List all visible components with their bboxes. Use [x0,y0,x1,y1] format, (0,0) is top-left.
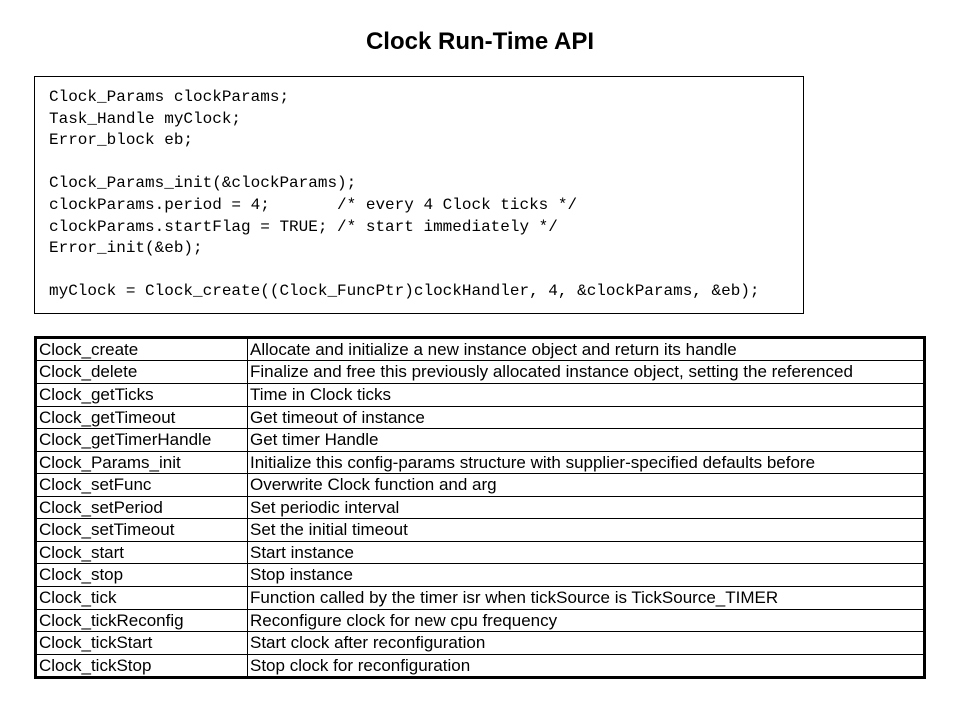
api-name: Clock_setFunc [36,474,248,497]
page-title: Clock Run-Time API [34,28,926,56]
api-desc: Start instance [248,541,925,564]
api-name: Clock_getTimeout [36,406,248,429]
api-name: Clock_Params_init [36,451,248,474]
api-desc: Initialize this config-params structure … [248,451,925,474]
api-desc: Function called by the timer isr when ti… [248,586,925,609]
api-name: Clock_create [36,337,248,361]
table-row: Clock_setPeriodSet periodic interval [36,496,925,519]
table-row: Clock_getTimeoutGet timeout of instance [36,406,925,429]
table-row: Clock_tickStartStart clock after reconfi… [36,632,925,655]
table-row: Clock_createAllocate and initialize a ne… [36,337,925,361]
table-row: Clock_stopStop instance [36,564,925,587]
api-name: Clock_stop [36,564,248,587]
table-row: Clock_tickStopStop clock for reconfigura… [36,654,925,678]
api-desc: Overwrite Clock function and arg [248,474,925,497]
api-desc: Time in Clock ticks [248,384,925,407]
api-desc: Get timeout of instance [248,406,925,429]
api-name: Clock_tickStart [36,632,248,655]
api-desc: Allocate and initialize a new instance o… [248,337,925,361]
api-name: Clock_getTicks [36,384,248,407]
api-name: Clock_start [36,541,248,564]
api-desc: Start clock after reconfiguration [248,632,925,655]
api-name: Clock_tickStop [36,654,248,678]
table-row: Clock_startStart instance [36,541,925,564]
api-name: Clock_setPeriod [36,496,248,519]
api-desc: Stop instance [248,564,925,587]
table-row: Clock_tickReconfigReconfigure clock for … [36,609,925,632]
table-row: Clock_setTimeoutSet the initial timeout [36,519,925,542]
api-desc: Set periodic interval [248,496,925,519]
api-name: Clock_setTimeout [36,519,248,542]
api-desc: Set the initial timeout [248,519,925,542]
api-name: Clock_delete [36,361,248,384]
api-name: Clock_tick [36,586,248,609]
table-row: Clock_getTimerHandleGet timer Handle [36,429,925,452]
code-box: Clock_Params clockParams; Task_Handle my… [34,76,804,314]
table-row: Clock_setFuncOverwrite Clock function an… [36,474,925,497]
api-desc: Get timer Handle [248,429,925,452]
api-desc: Finalize and free this previously alloca… [248,361,925,384]
table-row: Clock_deleteFinalize and free this previ… [36,361,925,384]
table-row: Clock_tickFunction called by the timer i… [36,586,925,609]
api-name: Clock_tickReconfig [36,609,248,632]
table-row: Clock_Params_initInitialize this config-… [36,451,925,474]
api-name: Clock_getTimerHandle [36,429,248,452]
api-desc: Stop clock for reconfiguration [248,654,925,678]
api-desc: Reconfigure clock for new cpu frequency [248,609,925,632]
api-table: Clock_createAllocate and initialize a ne… [34,336,926,679]
slide: Clock Run-Time API Clock_Params clockPar… [0,0,960,679]
table-row: Clock_getTicksTime in Clock ticks [36,384,925,407]
